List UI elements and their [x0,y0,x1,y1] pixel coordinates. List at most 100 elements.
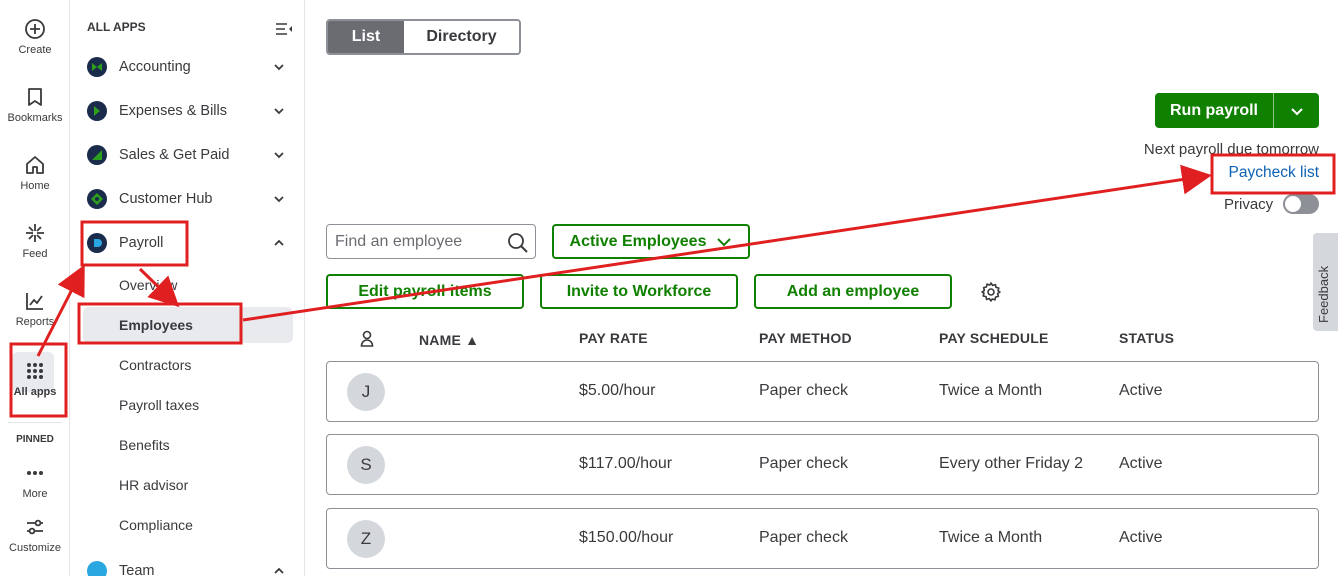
collapse-menu-icon[interactable] [275,22,293,36]
avatar: J [347,373,385,411]
chevron-down-icon [717,237,732,246]
chevron-down-icon [274,64,284,71]
rail-bookmarks[interactable]: Bookmarks [0,86,70,124]
chevron-down-icon [274,152,284,159]
chevron-down-icon [274,108,284,115]
nav-item-expenses[interactable]: Expenses & Bills [83,95,297,127]
toggle-knob [1285,196,1301,212]
gear-icon[interactable] [980,281,1002,303]
accounting-icon [87,57,107,77]
table-row[interactable]: S $117.00/hour Paper check Every other F… [326,434,1319,495]
table-row[interactable]: Z $150.00/hour Paper check Twice a Month… [326,508,1319,569]
edit-payroll-items-button[interactable]: Edit payroll items [326,274,524,309]
employee-search[interactable] [326,224,536,259]
chevron-down-icon [274,196,284,203]
sales-icon [87,145,107,165]
run-payroll-label[interactable]: Run payroll [1155,93,1274,128]
chevron-up-icon [274,567,284,574]
subnav-hr-advisor[interactable]: HR advisor [119,477,188,493]
more-dots-icon [27,471,43,475]
nav-item-label: Payroll [119,235,164,251]
pay-method-cell: Paper check [759,529,848,546]
chart-icon [26,293,43,310]
apps-nav-panel: ALL APPS Accounting Expenses & Bills Sal… [71,0,305,576]
rail-create-label: Create [18,44,52,56]
column-header-name[interactable]: NAME ▲ [419,332,479,348]
subnav-benefits[interactable]: Benefits [119,437,170,453]
run-payroll-dropdown[interactable] [1274,93,1319,128]
avatar: S [347,446,385,484]
feedback-label: Feedback [1316,265,1331,323]
nav-item-label: Accounting [119,59,191,75]
plus-circle-icon [25,19,45,39]
nav-item-payroll[interactable]: Payroll [83,227,297,259]
subnav-payroll-taxes[interactable]: Payroll taxes [119,397,199,413]
nav-item-team[interactable]: Team [83,555,297,576]
pinned-heading: PINNED [16,434,54,445]
pay-schedule-cell: Twice a Month [939,529,1043,546]
rail-more[interactable]: More [0,462,70,500]
invite-to-workforce-button[interactable]: Invite to Workforce [540,274,738,309]
column-header-pay-schedule[interactable]: PAY SCHEDULE [939,330,1049,346]
rail-feed-label: Feed [22,248,48,260]
team-icon [87,561,107,576]
column-header-status[interactable]: STATUS [1119,330,1174,346]
add-employee-button[interactable]: Add an employee [754,274,952,309]
rail-customize[interactable]: Customize [0,516,70,554]
feed-icon [26,224,44,242]
run-payroll-button[interactable]: Run payroll [1155,93,1319,128]
paycheck-list-link[interactable]: Paycheck list [1229,164,1319,182]
nav-item-label: Team [119,563,155,576]
feedback-tab[interactable]: Feedback [1313,233,1338,331]
rail-home[interactable]: Home [0,154,70,192]
view-toggle: List Directory [326,19,521,55]
subnav-overview[interactable]: Overview [119,277,177,293]
pay-rate-cell: $150.00/hour [579,529,674,546]
rail-all-apps[interactable]: All apps [0,360,70,398]
rail-reports[interactable]: Reports [0,290,70,328]
list-view-button[interactable]: List [328,21,404,53]
pay-method-cell: Paper check [759,455,848,472]
subnav-contractors[interactable]: Contractors [119,357,191,373]
pay-rate-cell: $117.00/hour [579,455,673,472]
search-icon[interactable] [507,232,529,254]
nav-item-accounting[interactable]: Accounting [83,51,297,83]
subnav-compliance[interactable]: Compliance [119,517,193,533]
nav-item-label: Sales & Get Paid [119,147,230,163]
pay-method-cell: Paper check [759,382,848,399]
grid-dots-icon [27,363,43,379]
rail-customize-label: Customize [9,542,61,554]
nav-item-sales[interactable]: Sales & Get Paid [83,139,297,171]
customer-hub-icon [87,189,107,209]
filter-label: Active Employees [569,232,707,250]
rail-home-label: Home [20,180,50,192]
pay-schedule-cell: Twice a Month [939,382,1043,399]
active-employees-filter[interactable]: Active Employees [552,224,750,259]
rail-bookmarks-label: Bookmarks [7,112,63,124]
column-header-pay-method[interactable]: PAY METHOD [759,330,852,346]
chevron-up-icon [274,239,284,246]
person-icon [360,330,374,347]
directory-view-button[interactable]: Directory [404,21,519,53]
payroll-icon [87,233,107,253]
rail-feed[interactable]: Feed [0,222,70,260]
column-header-pay-rate[interactable]: PAY RATE [579,330,648,346]
search-input[interactable] [327,225,497,258]
privacy-toggle[interactable] [1283,194,1319,214]
subnav-employees[interactable]: Employees [119,317,193,333]
rail-reports-label: Reports [15,316,55,328]
rail-create[interactable]: Create [0,18,70,56]
privacy-label: Privacy [1224,196,1274,213]
rail-divider [8,422,62,423]
expenses-icon [87,101,107,121]
status-cell: Active [1119,455,1163,472]
nav-item-label: Expenses & Bills [119,103,227,119]
nav-item-customer-hub[interactable]: Customer Hub [83,183,297,215]
next-payroll-text: Next payroll due tomorrow [1143,141,1319,158]
rail-all-apps-label: All apps [13,386,57,398]
table-row[interactable]: J $5.00/hour Paper check Twice a Month A… [326,361,1319,422]
status-cell: Active [1119,382,1163,399]
nav-heading: ALL APPS [87,20,146,34]
pay-schedule-cell: Every other Friday 2 [939,455,1084,472]
home-icon [26,156,44,174]
